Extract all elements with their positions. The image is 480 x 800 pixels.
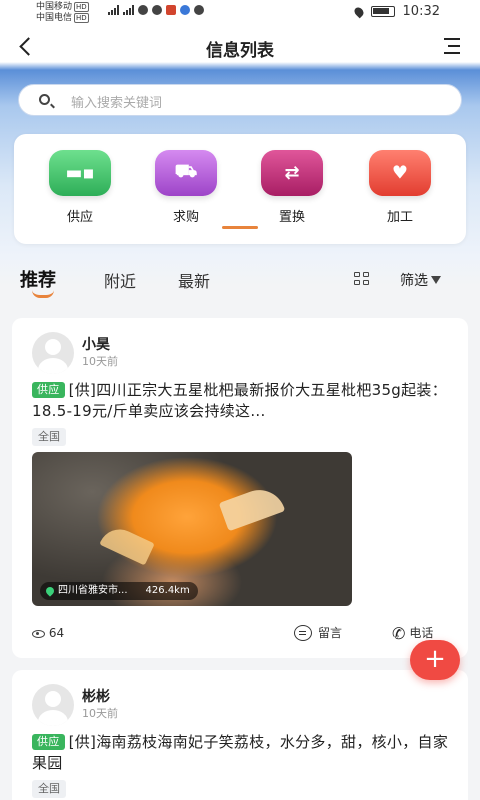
signal-icon xyxy=(108,5,119,15)
location-icon xyxy=(352,5,365,18)
eye-icon xyxy=(32,630,45,638)
type-badge: 供应 xyxy=(32,734,65,750)
post-text: 供应 [供]四川正宗大五星枇杷最新报价大五星枇杷35g起装：18.5-19元/斤单… xyxy=(32,380,452,422)
nav-bar: 信息列表 xyxy=(0,26,480,68)
category-purchase[interactable]: ⛟ 求购 xyxy=(154,150,218,225)
hd-badge: HD xyxy=(74,13,89,23)
post-time: 10天前 xyxy=(82,355,118,368)
category-label: 供应 xyxy=(66,210,93,225)
distance-text: 426.4km xyxy=(145,585,190,596)
message-icon xyxy=(294,625,312,641)
post-content: [供]四川正宗大五星枇杷最新报价大五星枇杷35g起装：18.5-19元/斤单卖应… xyxy=(32,381,448,420)
category-scroll-indicator xyxy=(222,226,258,229)
post-time: 10天前 xyxy=(82,707,118,720)
author-name: 彬彬 xyxy=(82,689,110,705)
post-card[interactable]: 彬彬 10天前 供应 [供]海南荔枝海南妃子笑荔枝，水分多，甜，核小，自家果园 全… xyxy=(12,670,468,800)
app-notify-icon xyxy=(194,5,204,15)
region-tag: 全国 xyxy=(32,428,66,446)
chat-notify-icon xyxy=(152,5,162,15)
layout-toggle-icon[interactable] xyxy=(354,272,370,286)
tab-recommend[interactable]: 推荐 xyxy=(20,266,56,292)
category-supply[interactable]: ▬▪ 供应 xyxy=(48,150,112,225)
feed-tabs: 推荐 附近 最新 筛选 xyxy=(0,262,480,298)
tab-nearby[interactable]: 附近 xyxy=(104,268,136,292)
avatar[interactable] xyxy=(32,684,74,726)
category-label: 求购 xyxy=(172,210,199,225)
funnel-icon xyxy=(431,276,441,284)
avatar[interactable] xyxy=(32,332,74,374)
post-image[interactable]: 四川省雅安市... 426.4km xyxy=(32,452,352,606)
carrier-2: 中国电信 xyxy=(36,13,73,23)
message-button[interactable]: 留言 xyxy=(294,624,342,641)
clock: 10:32 xyxy=(402,4,440,19)
pin-icon xyxy=(44,585,56,597)
post-content: [供]海南荔枝海南妃子笑荔枝，水分多，甜，核小，自家果园 xyxy=(32,733,449,772)
battery-icon xyxy=(370,6,395,17)
post-card[interactable]: 小昊 10天前 供应 [供]四川正宗大五星枇杷最新报价大五星枇杷35g起装：18.… xyxy=(12,318,468,658)
category-panel: ▬▪ 供应 ⛟ 求购 ⇄ 置换 ♥ 加工 xyxy=(14,134,466,244)
carrier-info: 中国移动 HD 中国电信 HD xyxy=(36,2,89,24)
search-placeholder: 输入搜索关键词 xyxy=(71,96,163,111)
active-tab-indicator xyxy=(32,290,54,298)
signal-icon xyxy=(123,5,134,15)
tab-latest[interactable]: 最新 xyxy=(178,268,210,292)
hd-badge: HD xyxy=(74,2,89,12)
author-name: 小昊 xyxy=(82,337,110,353)
category-label: 加工 xyxy=(386,210,413,225)
page-title: 信息列表 xyxy=(206,41,274,61)
app-notify-icon xyxy=(180,5,190,15)
call-label: 电话 xyxy=(409,626,434,640)
view-count-value: 64 xyxy=(48,626,65,640)
exchange-icon: ⇄ xyxy=(261,150,323,196)
post-text: 供应 [供]海南荔枝海南妃子笑荔枝，水分多，甜，核小，自家果园 xyxy=(32,732,452,774)
category-exchange[interactable]: ⇄ 置换 xyxy=(260,150,324,225)
location-text: 四川省雅安市... xyxy=(58,585,128,596)
signal-icons xyxy=(108,5,204,15)
heart-plus-icon: ♥ xyxy=(369,150,431,196)
app-notify-icon xyxy=(166,5,176,15)
filter-button[interactable]: 筛选 xyxy=(400,270,441,290)
message-label: 留言 xyxy=(318,626,343,640)
image-detail xyxy=(218,482,286,532)
status-bar: 中国移动 HD 中国电信 HD 10:32 xyxy=(0,0,480,26)
region-tag: 全国 xyxy=(32,780,66,798)
search-input[interactable]: 输入搜索关键词 xyxy=(18,84,462,116)
cart-icon: ⛟ xyxy=(155,150,217,196)
status-right: 10:32 xyxy=(352,4,440,19)
post-actions: 64 留言 ✆ 电话 xyxy=(32,624,452,644)
truck-icon: ▬▪ xyxy=(49,150,111,196)
view-count: 64 xyxy=(32,626,64,640)
carrier-1: 中国移动 xyxy=(36,2,73,12)
add-post-button[interactable]: + xyxy=(410,640,460,680)
wifi-icon xyxy=(138,5,148,15)
menu-icon[interactable] xyxy=(440,38,460,56)
location-pill: 四川省雅安市... 426.4km xyxy=(40,582,198,600)
image-detail xyxy=(99,522,155,566)
phone-icon: ✆ xyxy=(392,624,406,643)
category-processing[interactable]: ♥ 加工 xyxy=(368,150,432,225)
search-icon xyxy=(39,94,50,105)
filter-label: 筛选 xyxy=(400,273,428,289)
type-badge: 供应 xyxy=(32,382,65,398)
category-label: 置换 xyxy=(278,210,305,225)
